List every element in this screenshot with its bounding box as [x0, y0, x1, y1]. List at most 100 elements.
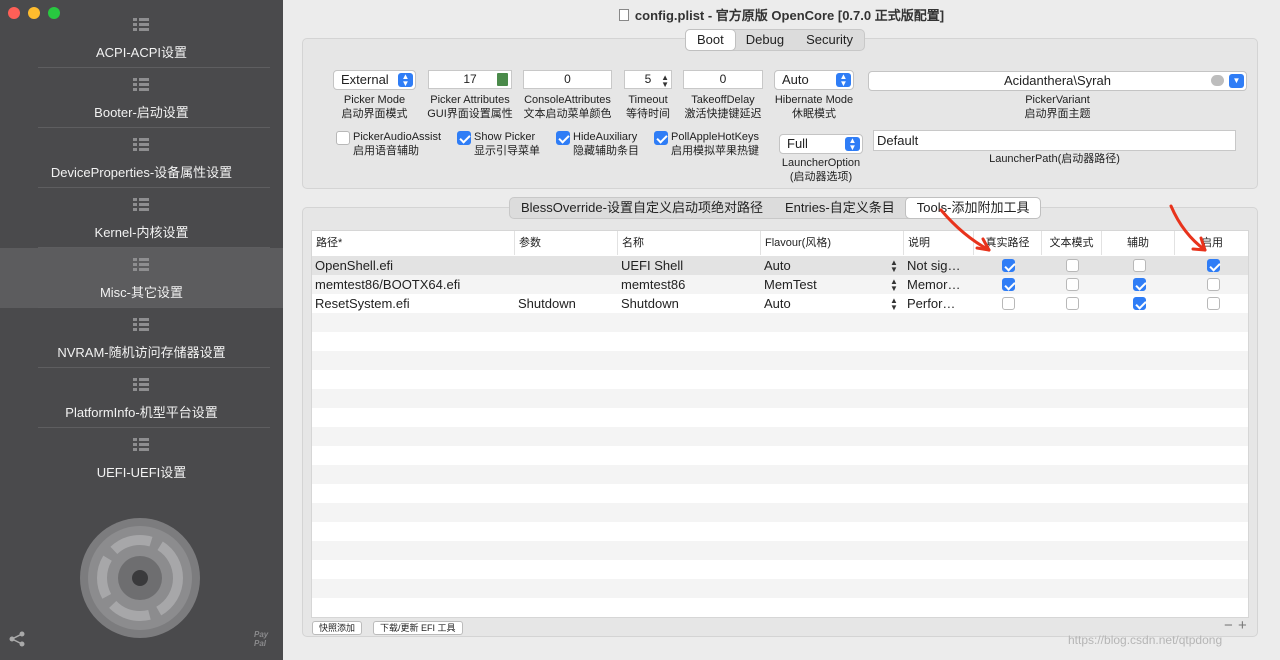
launcher-option-select[interactable]: Full ▲ ▼: [779, 134, 863, 154]
sidebar-item-label: PlatformInfo-机型平台设置: [65, 405, 218, 420]
stepper-icon[interactable]: ▲ ▼: [661, 74, 669, 89]
picker-variant-caption: PickerVariant 启动界面主题: [1024, 94, 1091, 120]
empty-row: [312, 427, 1248, 446]
col-name-header[interactable]: 名称: [618, 231, 761, 255]
sidebar-item-nvram[interactable]: NVRAM-随机访问存储器设置: [0, 308, 283, 368]
empty-row: [312, 465, 1248, 484]
hide-auxiliary-checkbox[interactable]: [556, 131, 570, 145]
empty-row: [312, 408, 1248, 427]
table-row[interactable]: memtest86/BOOTX64.efi memtest86 MemTest Mem…: [312, 275, 1248, 294]
console-attributes-field[interactable]: 0: [523, 70, 612, 89]
remove-row-button[interactable]: −: [1224, 617, 1233, 634]
flavour-stepper-icon[interactable]: ▲ ▼: [890, 259, 898, 274]
enabled-checkbox[interactable]: [1206, 278, 1220, 291]
sidebar-item-booter[interactable]: Booter-启动设置: [0, 68, 283, 128]
picker-attributes-field[interactable]: 17: [428, 70, 512, 89]
sidebar-item-label: UEFI-UEFI设置: [96, 465, 187, 480]
cell-name[interactable]: memtest86: [618, 275, 757, 294]
add-row-button[interactable]: +: [1238, 617, 1247, 634]
aux-checkbox[interactable]: [1132, 278, 1146, 291]
cell-flavour[interactable]: Auto: [761, 294, 900, 313]
empty-row: [312, 484, 1248, 503]
list-icon: [133, 258, 149, 272]
palette-icon[interactable]: [1211, 75, 1224, 86]
sidebar-item-acpi[interactable]: ACPI-ACPI设置: [0, 8, 283, 68]
calculator-icon[interactable]: [497, 73, 508, 86]
download-efi-tools-button[interactable]: 下载/更新 EFI 工具: [373, 621, 463, 635]
chevron-down-icon[interactable]: ▼: [1229, 74, 1244, 88]
aux-checkbox[interactable]: [1132, 297, 1146, 310]
cell-path[interactable]: memtest86/BOOTX64.efi: [312, 275, 511, 294]
arrow-enabled: [1169, 204, 1207, 252]
takeoff-delay-field[interactable]: 0: [683, 70, 763, 89]
empty-row: [312, 351, 1248, 370]
realpath-checkbox[interactable]: [1002, 278, 1015, 291]
cell-comment[interactable]: Memor…: [904, 275, 970, 294]
tab-bless-override[interactable]: BlessOverride-设置自定义启动项绝对路径: [510, 198, 774, 218]
show-picker-checkbox[interactable]: [457, 131, 471, 145]
launcher-path-field[interactable]: Default: [873, 130, 1236, 151]
enabled-checkbox[interactable]: [1206, 297, 1220, 310]
opencore-logo: [79, 517, 201, 639]
cell-args[interactable]: Shutdown: [515, 294, 614, 313]
picker-audio-assist-label: PickerAudioAssist 启用语音辅助: [353, 131, 442, 157]
flavour-stepper-icon[interactable]: ▲ ▼: [890, 278, 898, 293]
picker-audio-assist-checkbox[interactable]: [336, 131, 350, 145]
launcher-option-caption: LauncherOption (启动器选项): [781, 157, 861, 183]
col-flavour-header[interactable]: Flavour(风格): [761, 231, 904, 255]
tab-debug[interactable]: Debug: [735, 30, 795, 50]
list-icon: [133, 378, 149, 392]
flavour-stepper-icon[interactable]: ▲ ▼: [890, 297, 898, 312]
sidebar-item-device-properties[interactable]: DeviceProperties-设备属性设置: [0, 128, 283, 188]
sidebar-item-uefi[interactable]: UEFI-UEFI设置: [0, 428, 283, 488]
textmode-checkbox[interactable]: [1066, 297, 1079, 310]
sidebar-item-label: DeviceProperties-设备属性设置: [50, 165, 233, 180]
snapshot-add-button[interactable]: 快照添加: [312, 621, 363, 635]
poll-apple-hotkeys-checkbox[interactable]: [654, 131, 668, 145]
empty-row: [312, 522, 1248, 541]
tab-entries[interactable]: Entries-自定义条目: [774, 198, 906, 218]
col-path-header[interactable]: 路径*: [312, 231, 515, 255]
cell-name[interactable]: UEFI Shell: [618, 256, 757, 275]
list-icon: [133, 138, 149, 152]
tab-boot[interactable]: Boot: [686, 30, 735, 50]
timeout-field[interactable]: 5 ▲ ▼: [624, 70, 672, 89]
sidebar-item-platform-info[interactable]: PlatformInfo-机型平台设置: [0, 368, 283, 428]
console-attributes-caption: ConsoleAttributes 文本启动菜单颜色: [523, 94, 612, 120]
sidebar-item-label: NVRAM-随机访问存储器设置: [57, 345, 226, 360]
empty-row: [312, 503, 1248, 522]
empty-row: [312, 332, 1248, 351]
cell-args[interactable]: [515, 275, 614, 294]
picker-mode-select[interactable]: External ▲ ▼: [333, 70, 416, 90]
launcher-path-caption: LauncherPath(启动器路径): [989, 153, 1120, 165]
cell-comment[interactable]: Perfor…: [904, 294, 970, 313]
list-icon: [133, 18, 149, 32]
watermark: https://blog.csdn.net/qtpdong: [1068, 633, 1223, 647]
hibernate-mode-caption: Hibernate Mode 休眠模式: [774, 94, 854, 120]
empty-row: [312, 560, 1248, 579]
sidebar-item-kernel[interactable]: Kernel-内核设置: [0, 188, 283, 248]
tab-security[interactable]: Security: [795, 30, 864, 50]
poll-apple-hotkeys-label: PollAppleHotKeys 启用模拟苹果热键: [671, 131, 760, 157]
cell-path[interactable]: ResetSystem.efi: [312, 294, 511, 313]
picker-mode-caption: Picker Mode 启动界面模式: [341, 94, 408, 120]
picker-variant-combo[interactable]: Acidanthera\Syrah ▼: [868, 71, 1247, 91]
picker-attributes-caption: Picker Attributes GUI界面设置属性: [427, 94, 513, 120]
realpath-checkbox[interactable]: [1002, 297, 1015, 310]
empty-row: [312, 313, 1248, 332]
table-row[interactable]: ResetSystem.efi Shutdown Shutdown Auto Perfo…: [312, 294, 1248, 313]
empty-row: [312, 370, 1248, 389]
cell-flavour[interactable]: Auto: [761, 256, 900, 275]
cell-flavour[interactable]: MemTest: [761, 275, 900, 294]
sidebar-item-misc[interactable]: Misc-其它设置: [0, 248, 283, 308]
paypal-logo[interactable]: Pay Pal: [254, 630, 268, 648]
share-icon[interactable]: [8, 630, 26, 648]
cell-name[interactable]: Shutdown: [618, 294, 757, 313]
hibernate-mode-select[interactable]: Auto ▲ ▼: [774, 70, 854, 90]
empty-row: [312, 389, 1248, 408]
annotation-arrows: [939, 204, 1207, 252]
cell-path[interactable]: OpenShell.efi: [312, 256, 511, 275]
textmode-checkbox[interactable]: [1066, 278, 1079, 291]
cell-args[interactable]: [515, 256, 614, 275]
col-args-header[interactable]: 参数: [515, 231, 618, 255]
